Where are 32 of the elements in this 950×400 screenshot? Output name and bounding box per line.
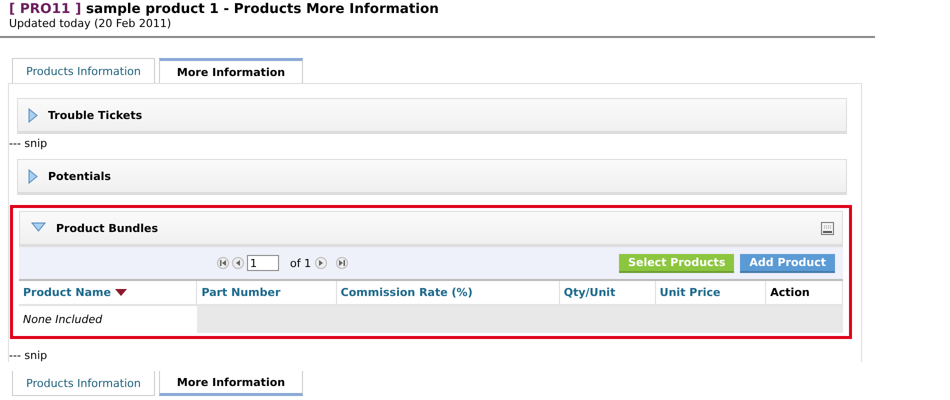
first-page-icon[interactable] (217, 257, 229, 269)
updated-text: Updated today (20 Feb 2011) (9, 17, 172, 30)
column-header[interactable]: Unit Price (655, 281, 766, 305)
page-field[interactable]: 1 (247, 255, 279, 271)
collapse-icon[interactable] (30, 222, 46, 234)
snip-note: --- snip (9, 137, 48, 150)
previous-page-icon[interactable] (232, 257, 244, 269)
expand-icon[interactable] (28, 168, 38, 184)
column-header: Action (766, 281, 842, 305)
sort-descending-icon[interactable] (114, 289, 127, 296)
tab[interactable]: Products Information (12, 371, 155, 396)
section-header[interactable]: Product Bundles (19, 211, 843, 247)
snip-note: --- snip (9, 349, 48, 362)
next-page-icon[interactable] (315, 257, 328, 269)
column-header[interactable]: Part Number (196, 281, 336, 305)
table-cell: None Included (19, 305, 197, 333)
section-title: Trouble Tickets (48, 108, 144, 122)
section-header[interactable]: Trouble Tickets (17, 98, 847, 134)
last-page-icon[interactable] (336, 257, 348, 269)
tab[interactable]: More Information (159, 58, 303, 83)
column-header[interactable]: Qty/Unit (559, 281, 656, 305)
page-count: of 1 (290, 256, 312, 270)
column-header[interactable]: Commission Rate (%) (336, 281, 560, 305)
column-header[interactable]: Product Name (19, 281, 197, 305)
section-header[interactable]: Potentials (17, 159, 847, 195)
page-title: [ PRO11 ] sample product 1 - Products More Information (9, 1, 440, 17)
tab[interactable]: More Information (159, 371, 303, 396)
document-icon[interactable] (821, 222, 834, 234)
tab[interactable]: Products Information (12, 58, 155, 83)
expand-icon[interactable] (28, 108, 38, 122)
section-title: Potentials (48, 170, 112, 182)
section-title: Product Bundles (56, 222, 160, 234)
